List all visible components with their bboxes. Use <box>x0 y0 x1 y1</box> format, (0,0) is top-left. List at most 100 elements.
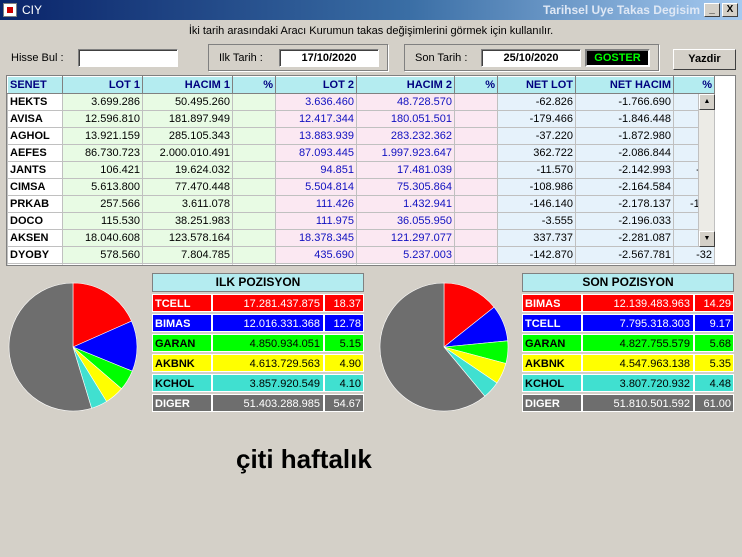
position-percent: 61.00 <box>694 394 734 412</box>
position-value: 4.547.963.138 <box>582 354 694 372</box>
table-cell <box>232 195 276 213</box>
table-cell <box>454 144 498 162</box>
title-bar[interactable]: CIY Tarihsel Uye Takas Degisim _ X <box>0 0 742 20</box>
position-value: 51.810.501.592 <box>582 394 694 412</box>
table-row[interactable]: AGHOL 13.921.159 285.105.343 13.883.939 283.… <box>7 127 715 145</box>
table-cell: 3.636.460 <box>275 93 357 111</box>
position-row: TCELL 17.281.437.875 18.37 <box>152 294 364 312</box>
table-cell: 18.378.345 <box>275 229 357 247</box>
table-cell: -2.196.033 <box>575 212 674 230</box>
position-row: TCELL 7.795.318.303 9.17 <box>522 314 734 332</box>
table-cell <box>454 246 498 264</box>
start-date-field[interactable]: 17/10/2020 <box>279 49 379 67</box>
takas-table: SENET LOT 1 HACIM 1% LOT 2 HACIM 2% NET LOT NE… <box>7 76 715 265</box>
table-cell: 5.237.003 <box>356 246 455 264</box>
column-header[interactable]: NET LOT <box>497 76 576 94</box>
table-cell <box>454 229 498 247</box>
yazdir-button[interactable]: Yazdir <box>673 49 736 70</box>
table-row[interactable]: CIMSA 5.613.800 77.470.448 5.504.814 75.305.… <box>7 178 715 196</box>
table-cell: 18.040.608 <box>62 229 143 247</box>
end-date-field[interactable]: 25/10/2020 <box>481 49 581 67</box>
column-header[interactable]: LOT 2 <box>275 76 357 94</box>
total-cell: 94.023.642.394 <box>142 263 233 265</box>
app-icon <box>3 3 17 17</box>
column-header[interactable]: HACIM 2 <box>356 76 455 94</box>
table-cell <box>232 93 276 111</box>
table-cell: -3.555 <box>497 212 576 230</box>
table-cell: -1.846.448 <box>575 110 674 128</box>
table-cell: -146.140 <box>497 195 576 213</box>
column-header[interactable]: % <box>232 76 276 94</box>
table-cell: 12.596.810 <box>62 110 143 128</box>
position-value: 17.281.437.875 <box>212 294 324 312</box>
close-button[interactable]: X <box>722 3 738 17</box>
goster-button[interactable]: GOSTER <box>585 49 650 67</box>
table-cell: DYOBY <box>7 246 63 264</box>
totals-row: 3.698.973.60994.023.642.394100,003.208.7… <box>7 263 715 265</box>
table-cell: 283.232.362 <box>356 127 455 145</box>
table-cell: 94.851 <box>275 161 357 179</box>
total-cell <box>575 263 674 265</box>
position-value: 4.827.755.579 <box>582 334 694 352</box>
position-percent: 5.35 <box>694 354 734 372</box>
table-cell: -2.086.844 <box>575 144 674 162</box>
table-cell <box>454 110 498 128</box>
position-row: AKBNK 4.547.963.138 5.35 <box>522 354 734 372</box>
column-header[interactable]: NET HACIM <box>575 76 674 94</box>
grid-vertical-scrollbar[interactable]: ▲ ▼ <box>698 94 715 247</box>
table-cell: 5.613.800 <box>62 178 143 196</box>
table-row[interactable]: DYOBY 578.560 7.804.785 435.690 5.237.003 -14… <box>7 246 715 264</box>
position-symbol: TCELL <box>522 314 582 332</box>
table-row[interactable]: AVISA 12.596.810 181.897.949 12.417.344 180.… <box>7 110 715 128</box>
table-cell: -37.220 <box>497 127 576 145</box>
total-cell: 100,00 <box>232 263 276 265</box>
table-row[interactable]: PRKAB 257.566 3.611.078 111.426 1.432.941 -14… <box>7 195 715 213</box>
takas-grid[interactable]: SENET LOT 1 HACIM 1% LOT 2 HACIM 2% NET LOT NE… <box>6 75 736 266</box>
position-symbol: GARAN <box>152 334 212 352</box>
table-cell: 123.578.164 <box>142 229 233 247</box>
column-header[interactable]: LOT 1 <box>62 76 143 94</box>
table-row[interactable]: AKSEN 18.040.608 123.578.164 18.378.345 121.… <box>7 229 715 247</box>
column-header[interactable]: HACIM 1 <box>142 76 233 94</box>
scroll-up-icon[interactable]: ▲ <box>699 94 715 110</box>
table-row[interactable]: JANTS 106.421 19.624.032 94.851 17.481.039 -1… <box>7 161 715 179</box>
position-symbol: BIMAS <box>152 314 212 332</box>
table-cell: 362.722 <box>497 144 576 162</box>
column-header[interactable]: % <box>454 76 498 94</box>
table-cell <box>232 246 276 264</box>
search-input[interactable] <box>78 49 178 67</box>
table-cell: 257.566 <box>62 195 143 213</box>
table-row[interactable]: DOCO 115.530 38.251.983 111.975 36.055.950 -3… <box>7 212 715 230</box>
table-cell: 3.699.286 <box>62 93 143 111</box>
table-cell <box>232 212 276 230</box>
position-value: 7.795.318.303 <box>582 314 694 332</box>
column-header[interactable]: % <box>673 76 715 94</box>
table-cell: 12.417.344 <box>275 110 357 128</box>
position-row: AKBNK 4.613.729.563 4.90 <box>152 354 364 372</box>
position-symbol: AKBNK <box>152 354 212 372</box>
scroll-down-icon[interactable]: ▼ <box>699 231 715 247</box>
position-row: BIMAS 12.139.483.963 14.29 <box>522 294 734 312</box>
position-symbol: DIGER <box>152 394 212 412</box>
table-cell: HEKTS <box>7 93 63 111</box>
son-pozisyon-pie <box>379 282 509 412</box>
table-cell: CIMSA <box>7 178 63 196</box>
position-symbol: AKBNK <box>522 354 582 372</box>
position-symbol: BIMAS <box>522 294 582 312</box>
table-cell: 115.530 <box>62 212 143 230</box>
table-cell: 48.728.570 <box>356 93 455 111</box>
table-row[interactable]: AEFES 86.730.723 2.000.010.491 87.093.445 1.… <box>7 144 715 162</box>
table-cell <box>232 110 276 128</box>
minimize-button[interactable]: _ <box>704 3 720 17</box>
position-percent: 5.68 <box>694 334 734 352</box>
position-row: GARAN 4.850.934.051 5.15 <box>152 334 364 352</box>
table-cell <box>454 178 498 196</box>
position-percent: 14.29 <box>694 294 734 312</box>
table-cell: -32 <box>673 246 715 264</box>
start-date-label: Ilk Tarih : <box>219 52 263 64</box>
column-header[interactable]: SENET <box>7 76 63 94</box>
table-row[interactable]: HEKTS 3.699.286 50.495.260 3.636.460 48.728.… <box>7 93 715 111</box>
table-cell: AVISA <box>7 110 63 128</box>
table-cell: 2.000.010.491 <box>142 144 233 162</box>
table-cell: 111.426 <box>275 195 357 213</box>
